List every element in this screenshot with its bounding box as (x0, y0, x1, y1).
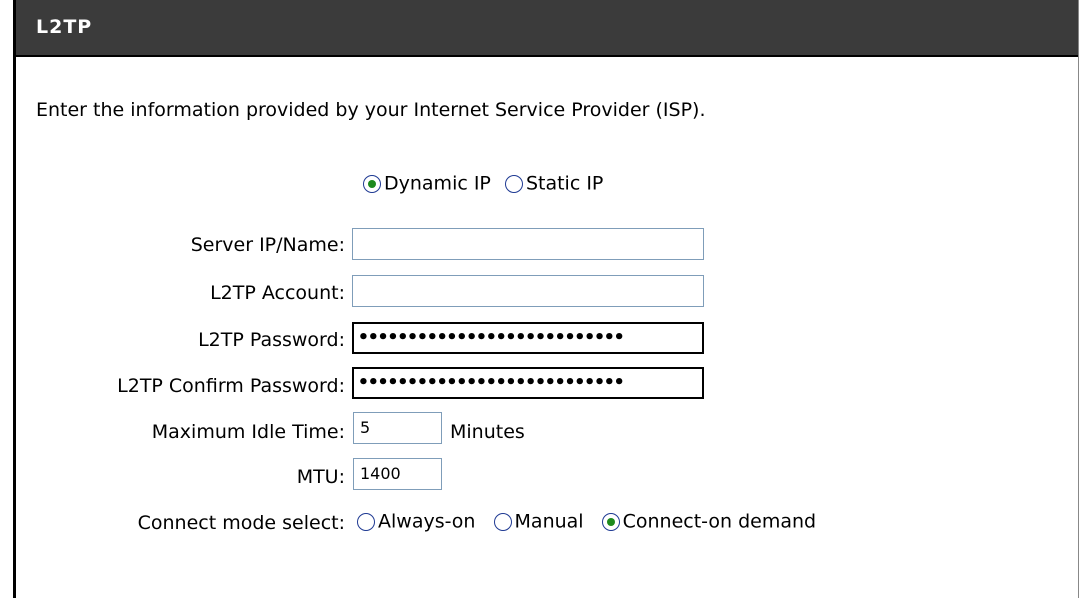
ip-mode-group: Dynamic IP Static IP (363, 172, 615, 195)
confirm-password-label: L2TP Confirm Password: (117, 375, 345, 397)
section-header: L2TP (16, 0, 1078, 57)
connect-mode-label: Connect mode select: (137, 512, 345, 534)
idle-time-input[interactable]: 5 (353, 412, 442, 444)
password-input[interactable]: ••••••••••••••••••••••••••• (352, 322, 704, 354)
radio-checked-icon[interactable] (601, 512, 620, 531)
server-ip-label: Server IP/Name: (190, 234, 345, 256)
radio-unchecked-icon[interactable] (357, 512, 375, 531)
connect-on-demand-radio[interactable]: Connect-on demand (601, 510, 816, 533)
l2tp-panel: L2TP Enter the information provided by y… (13, 0, 1079, 598)
account-label: L2TP Account: (210, 282, 345, 304)
mtu-label: MTU: (296, 466, 345, 488)
password-label: L2TP Password: (198, 329, 345, 351)
dynamic-ip-radio[interactable]: Dynamic IP (363, 172, 491, 195)
intro-text: Enter the information provided by your I… (36, 99, 706, 121)
account-input[interactable] (352, 275, 704, 307)
section-title: L2TP (36, 16, 93, 38)
radio-unchecked-icon[interactable] (493, 512, 512, 531)
radio-unchecked-icon[interactable] (504, 174, 523, 193)
idle-time-unit: Minutes (450, 421, 525, 443)
confirm-password-input[interactable]: ••••••••••••••••••••••••••• (352, 367, 704, 399)
connect-mode-group: Always-on Manual Connect-on demand (357, 510, 828, 533)
mtu-input[interactable]: 1400 (353, 458, 442, 490)
idle-time-label: Maximum Idle Time: (151, 421, 345, 443)
server-ip-input[interactable] (352, 228, 704, 260)
static-ip-radio[interactable]: Static IP (504, 172, 603, 195)
manual-radio[interactable]: Manual (493, 510, 584, 533)
radio-checked-icon[interactable] (363, 174, 381, 193)
always-on-radio[interactable]: Always-on (357, 510, 475, 533)
